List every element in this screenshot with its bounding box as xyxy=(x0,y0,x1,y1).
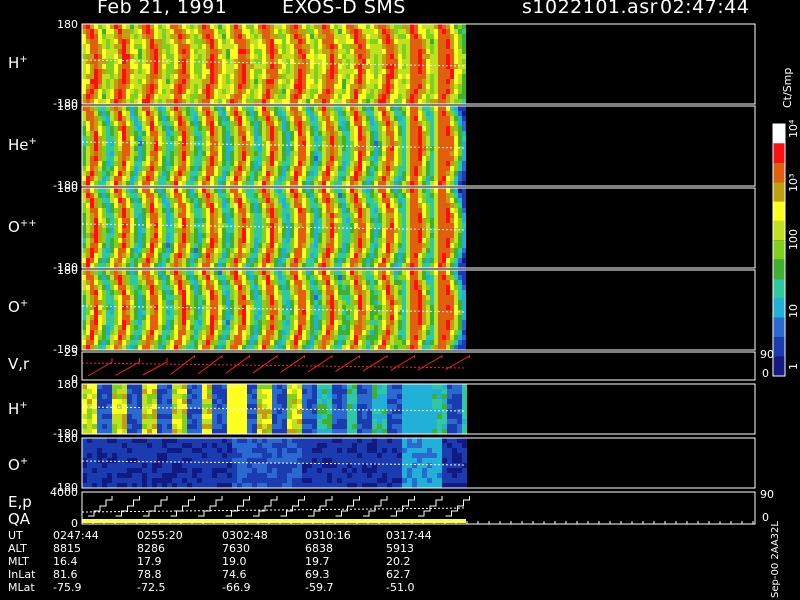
ephemeris-value: 0302:48 xyxy=(222,529,268,542)
ephemeris-value: -75.9 xyxy=(53,581,82,594)
y-tick-top: 180 xyxy=(57,378,78,391)
ephemeris-value: 6838 xyxy=(305,542,333,555)
qa-bar xyxy=(82,519,466,523)
ephemeris-value: 62.7 xyxy=(386,568,411,581)
ephemeris-value: 81.6 xyxy=(53,568,78,581)
colorbar-swatch xyxy=(773,337,785,357)
ephemeris-value: 7630 xyxy=(222,542,250,555)
colorbar-swatch xyxy=(773,162,785,183)
y-tick-bottom: 0 xyxy=(71,517,78,530)
energy-dotted xyxy=(81,507,467,513)
velocity-sawtooth xyxy=(87,358,113,377)
ephemeris-label: MLat xyxy=(8,581,35,594)
ephemeris-value: 16.4 xyxy=(53,555,78,568)
y-tick-top: 4000 xyxy=(50,486,78,499)
ephemeris-value: 19.0 xyxy=(222,555,247,568)
velocity-sawtooth xyxy=(170,354,195,375)
ephemeris-value: 69.3 xyxy=(305,568,330,581)
velocity-sawtooth xyxy=(335,355,360,372)
colorbar-tick: 1 xyxy=(787,363,800,370)
velocity-sawtooth xyxy=(115,358,140,376)
ephemeris-value: 8286 xyxy=(137,542,165,555)
velocity-sawtooth xyxy=(142,358,168,376)
colorbar-swatch xyxy=(773,124,785,144)
right-tick-top: 90 xyxy=(760,488,774,501)
ephemeris-value: 20.2 xyxy=(386,555,411,568)
y-tick-top: 180 xyxy=(57,100,78,113)
velocity-sawtooth xyxy=(390,355,415,371)
velocity-sawtooth xyxy=(252,355,278,374)
heatmap-layer xyxy=(81,24,470,523)
colorbar-swatch xyxy=(773,298,785,318)
panel-label-o-plus-2: O+ xyxy=(8,456,29,474)
ephemeris-value: 74.6 xyxy=(222,568,247,581)
ephemeris-label: UT xyxy=(8,529,23,542)
velocity-sawtooth xyxy=(362,355,388,372)
ephemeris-value: -72.5 xyxy=(137,581,166,594)
colorbar-swatch xyxy=(773,279,785,299)
colorbar-label: Ct/Smp xyxy=(781,67,794,108)
panel-frame xyxy=(81,351,756,381)
panel-label-e-p: E,p xyxy=(8,493,32,511)
right-tick-bottom: 0 xyxy=(762,367,769,380)
right-tick-top: 90 xyxy=(760,348,774,361)
right-tick-bottom: 0 xyxy=(762,511,769,524)
energy-steps xyxy=(88,496,470,517)
velocity-sawtooth xyxy=(445,355,470,370)
ephemeris-value: 17.9 xyxy=(137,555,162,568)
panel-label-h-plus-2: H+ xyxy=(8,400,28,418)
colorbar-swatch xyxy=(773,220,785,241)
ephemeris-label: MLT xyxy=(8,555,29,568)
ephemeris-value: 5913 xyxy=(386,542,414,555)
colorbar xyxy=(772,123,786,377)
colorbar-swatch xyxy=(773,259,785,280)
colorbar-tick: 100 xyxy=(787,229,800,250)
colorbar-swatch xyxy=(773,240,785,260)
panel-label-he-plus: He+ xyxy=(8,136,37,154)
ephemeris-label: ALT xyxy=(8,542,27,555)
ephemeris-value: 0317:44 xyxy=(386,529,432,542)
ephemeris-value: 0247:44 xyxy=(53,529,99,542)
colorbar-swatch xyxy=(773,356,785,376)
panel-label-o-plus-plus: O++ xyxy=(8,218,37,236)
spectrogram-plot xyxy=(81,23,786,525)
y-tick-top: 180 xyxy=(57,182,78,195)
footer-stamp: Sep-00 2AA32L xyxy=(770,521,781,598)
y-tick-top: 180 xyxy=(57,432,78,445)
colorbar-tick: 10⁴ xyxy=(787,119,800,138)
y-tick-top: 180 xyxy=(57,18,78,31)
velocity-sawtooth xyxy=(225,355,250,374)
ephemeris-value: 78.8 xyxy=(137,568,162,581)
panel-label-v-r: V,r xyxy=(8,355,30,373)
colorbar-swatch xyxy=(773,201,785,221)
ephemeris-label: InLat xyxy=(8,568,36,581)
velocity-sawtooth xyxy=(307,355,333,373)
ephemeris-value: 0310:16 xyxy=(305,529,351,542)
ephemeris-value: -51.0 xyxy=(386,581,415,594)
panel-label-qa: QA xyxy=(8,510,31,528)
colorbar-swatch xyxy=(773,182,785,202)
ephemeris-value: 0255:20 xyxy=(137,529,183,542)
panel-label-h-plus: H+ xyxy=(8,54,28,72)
ephemeris-value: -59.7 xyxy=(305,581,334,594)
y-tick-top: 25 xyxy=(64,346,78,359)
ephemeris-value: 8815 xyxy=(53,542,81,555)
ephemeris-value: -66.9 xyxy=(222,581,251,594)
velocity-dotted xyxy=(81,362,467,369)
colorbar-tick: 10 xyxy=(787,304,800,318)
y-tick-top: 180 xyxy=(57,264,78,277)
colorbar-swatch xyxy=(773,317,785,338)
panel-label-o-plus: O+ xyxy=(8,298,29,316)
ephemeris-value: 19.7 xyxy=(305,555,330,568)
velocity-sawtooth xyxy=(280,355,305,373)
colorbar-tick: 10³ xyxy=(787,173,800,192)
colorbar-swatch xyxy=(773,143,785,163)
